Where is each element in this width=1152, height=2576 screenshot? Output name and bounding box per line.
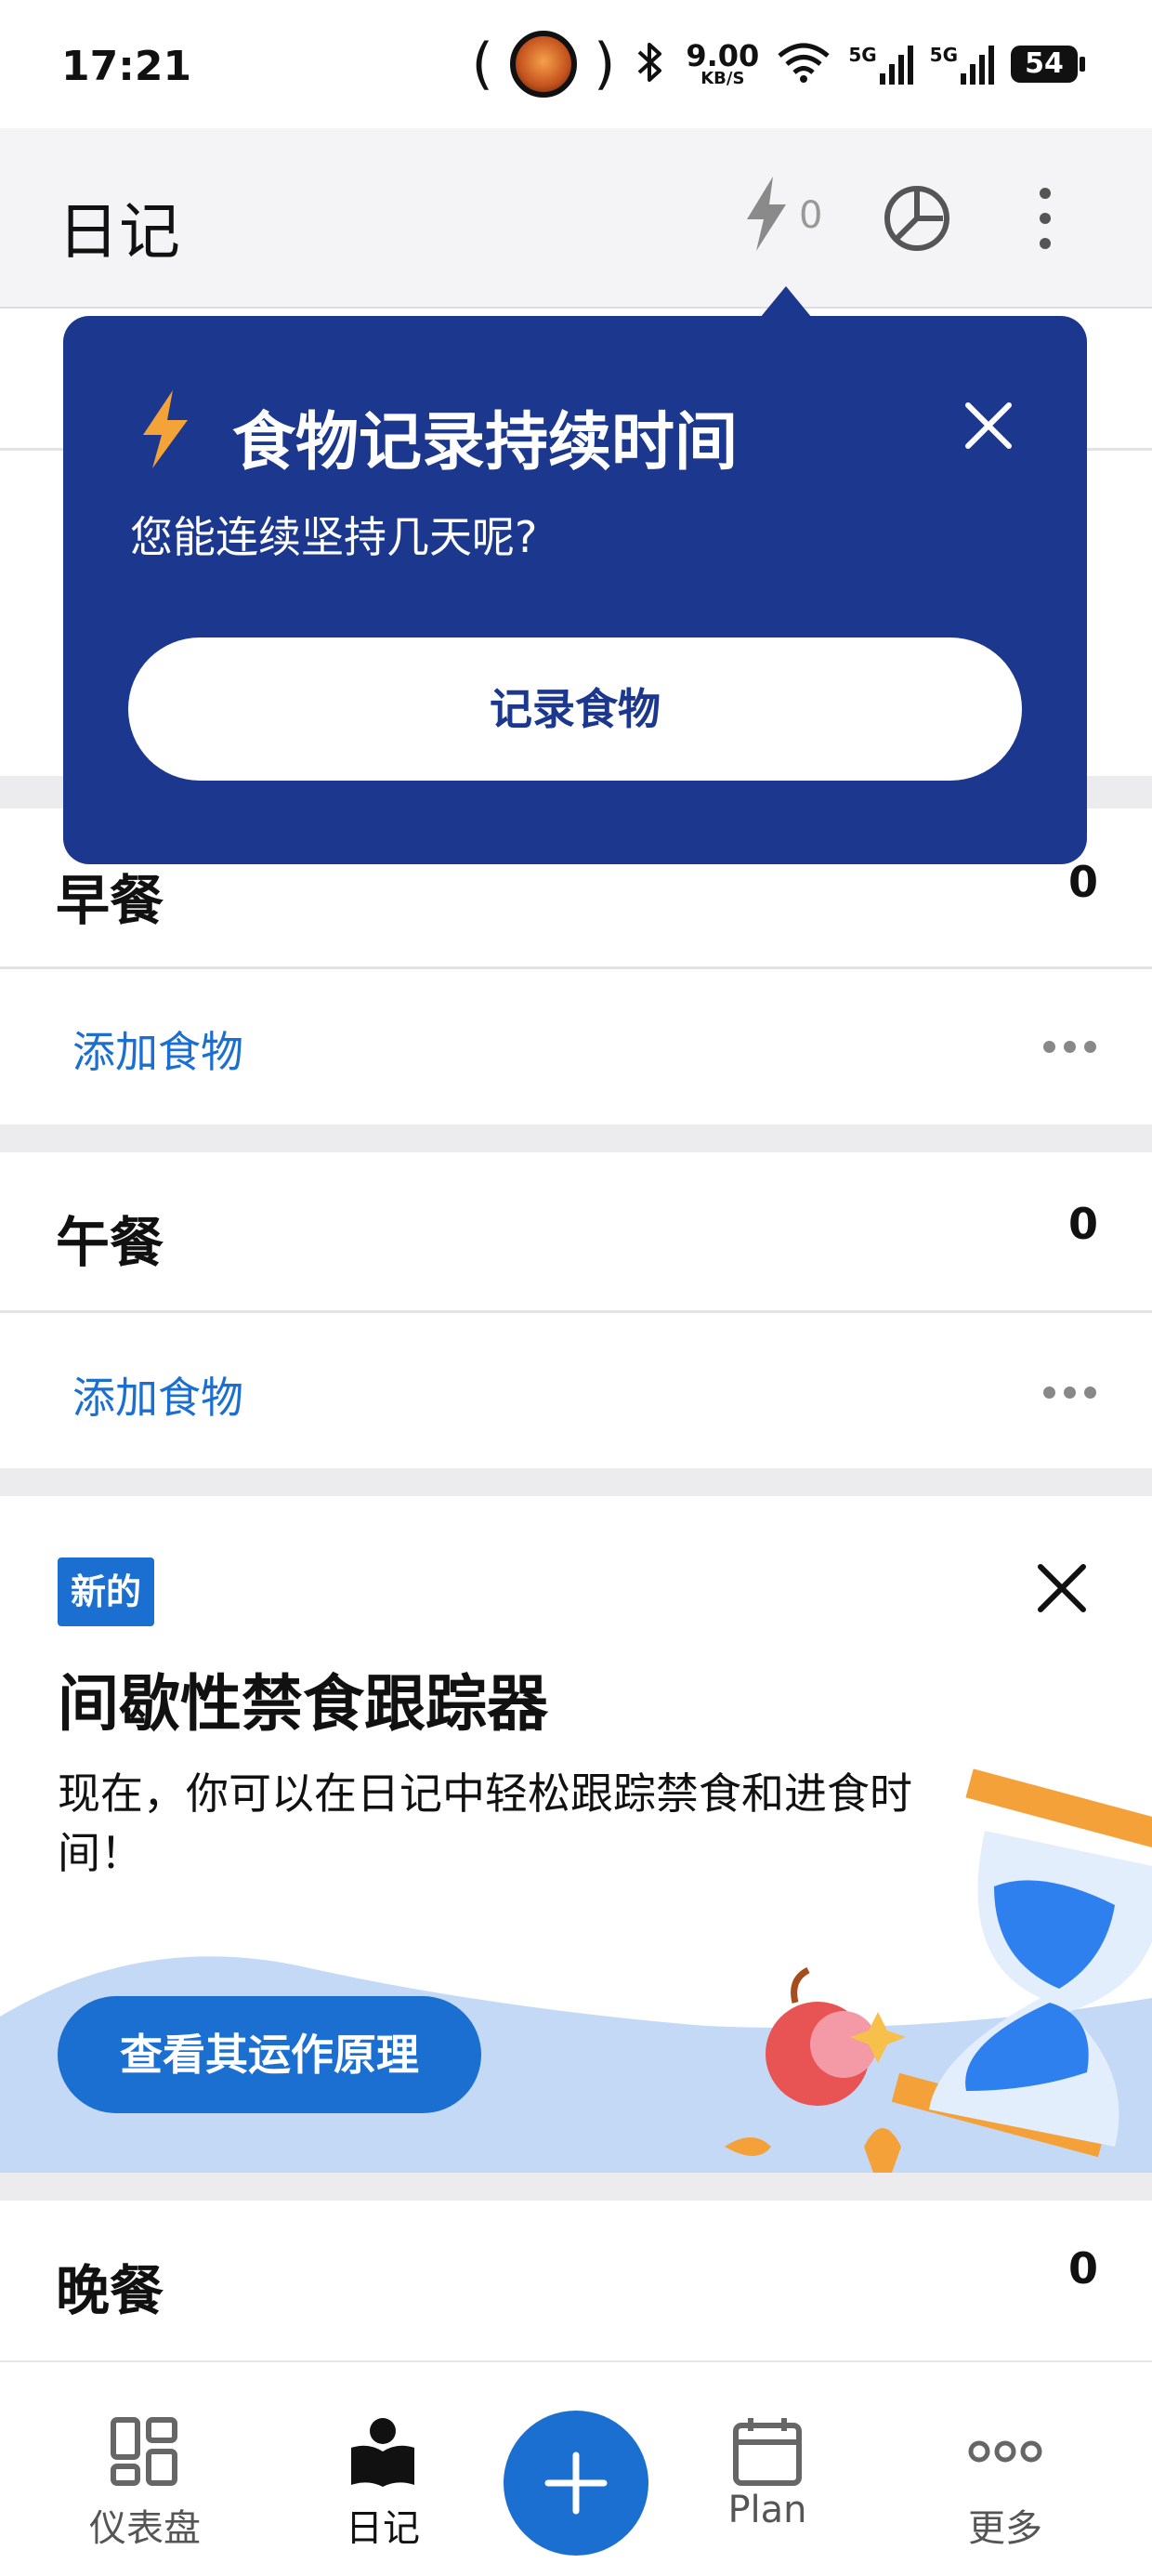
network-type-label: 5G: [848, 44, 877, 66]
calendar-icon: [730, 2414, 805, 2492]
avatar-icon: [509, 31, 577, 98]
divider: [0, 1310, 1152, 1313]
nav-item-dashboard[interactable]: 仪表盘: [52, 2362, 238, 2576]
pie-chart-icon[interactable]: [883, 184, 951, 256]
diary-icon: [346, 2414, 420, 2492]
add-button[interactable]: [504, 2411, 648, 2556]
fasting-description: 现在，你可以在日记中轻松跟踪禁食和进食时间！: [58, 1768, 912, 1878]
nav-label: 仪表盘: [89, 2507, 201, 2550]
wifi-icon: [776, 41, 831, 87]
new-badge: 新的: [58, 1557, 155, 1626]
bluetooth-icon: [632, 39, 669, 89]
streak-count: 0: [799, 194, 823, 237]
streak-popover: 食物记录持续时间 您能连续坚持几天呢? 记录食物: [63, 316, 1087, 864]
meal-calories: 0: [1067, 857, 1098, 907]
popover-title: 食物记录持续时间: [232, 406, 739, 480]
status-bar: 17:21 ( ) 9.00 KB/S 5G 5G 54: [0, 0, 1152, 128]
speed-unit: KB/S: [700, 69, 745, 88]
nav-item-plan[interactable]: Plan: [674, 2362, 860, 2576]
how-it-works-button[interactable]: 查看其运作原理: [58, 1996, 481, 2113]
log-food-button[interactable]: 记录食物: [128, 637, 1022, 781]
nav-label: 日记: [346, 2507, 420, 2550]
nav-item-more[interactable]: 更多: [912, 2362, 1098, 2576]
close-icon[interactable]: [1029, 1556, 1094, 1621]
signal-icon: 5G: [848, 44, 913, 85]
more-horiz-icon[interactable]: [1043, 1041, 1096, 1053]
popover-arrow: [760, 286, 812, 318]
streak-button[interactable]: 0: [743, 177, 822, 255]
popover-subtitle: 您能连续坚持几天呢?: [130, 512, 538, 562]
close-icon[interactable]: [955, 392, 1022, 459]
meal-title: 午餐: [56, 1211, 164, 1274]
lightning-icon: [137, 390, 193, 472]
fasting-title: 间歇性禁食跟踪器: [58, 1668, 548, 1740]
avatar-right-paren: ): [593, 32, 616, 97]
network-speed: 9.00 KB/S: [686, 41, 759, 87]
speed-value: 9.00: [686, 38, 760, 73]
page-title: 日记: [58, 196, 180, 268]
plus-icon: [544, 2451, 608, 2515]
dashboard-icon: [108, 2414, 182, 2492]
network-type-label-2: 5G: [929, 44, 958, 66]
divider: [0, 966, 1152, 969]
nav-label: Plan: [727, 2489, 807, 2531]
diary-screen: 17:21 ( ) 9.00 KB/S 5G 5G 54 日记 0 早餐 0 添…: [0, 0, 1152, 2576]
dinner-card: 晚餐 0: [0, 2201, 1152, 2360]
add-food-link[interactable]: 添加食物: [72, 1019, 243, 1080]
add-food-link[interactable]: 添加食物: [72, 1364, 243, 1426]
more-horiz-icon[interactable]: [1043, 1387, 1096, 1399]
nav-item-diary[interactable]: 日记: [290, 2362, 476, 2576]
nav-label: 更多: [968, 2507, 1042, 2550]
status-time: 17:21: [61, 43, 192, 90]
lightning-icon: [743, 177, 790, 255]
app-bar: 日记 0: [0, 128, 1152, 309]
meal-title: 晚餐: [56, 2259, 164, 2322]
status-icons: ( ) 9.00 KB/S 5G 5G 54: [471, 31, 1085, 98]
signal-icon-2: 5G: [930, 44, 994, 85]
lunch-card: 午餐 0 添加食物: [0, 1152, 1152, 1468]
avatar-left-paren: (: [471, 32, 493, 97]
battery-icon: 54: [1011, 46, 1085, 83]
more-horiz-icon: [968, 2414, 1042, 2492]
meal-title: 早餐: [56, 869, 164, 932]
more-vert-icon[interactable]: [1031, 184, 1059, 256]
meal-calories: 0: [1067, 2243, 1098, 2293]
meal-calories: 0: [1067, 1199, 1098, 1249]
